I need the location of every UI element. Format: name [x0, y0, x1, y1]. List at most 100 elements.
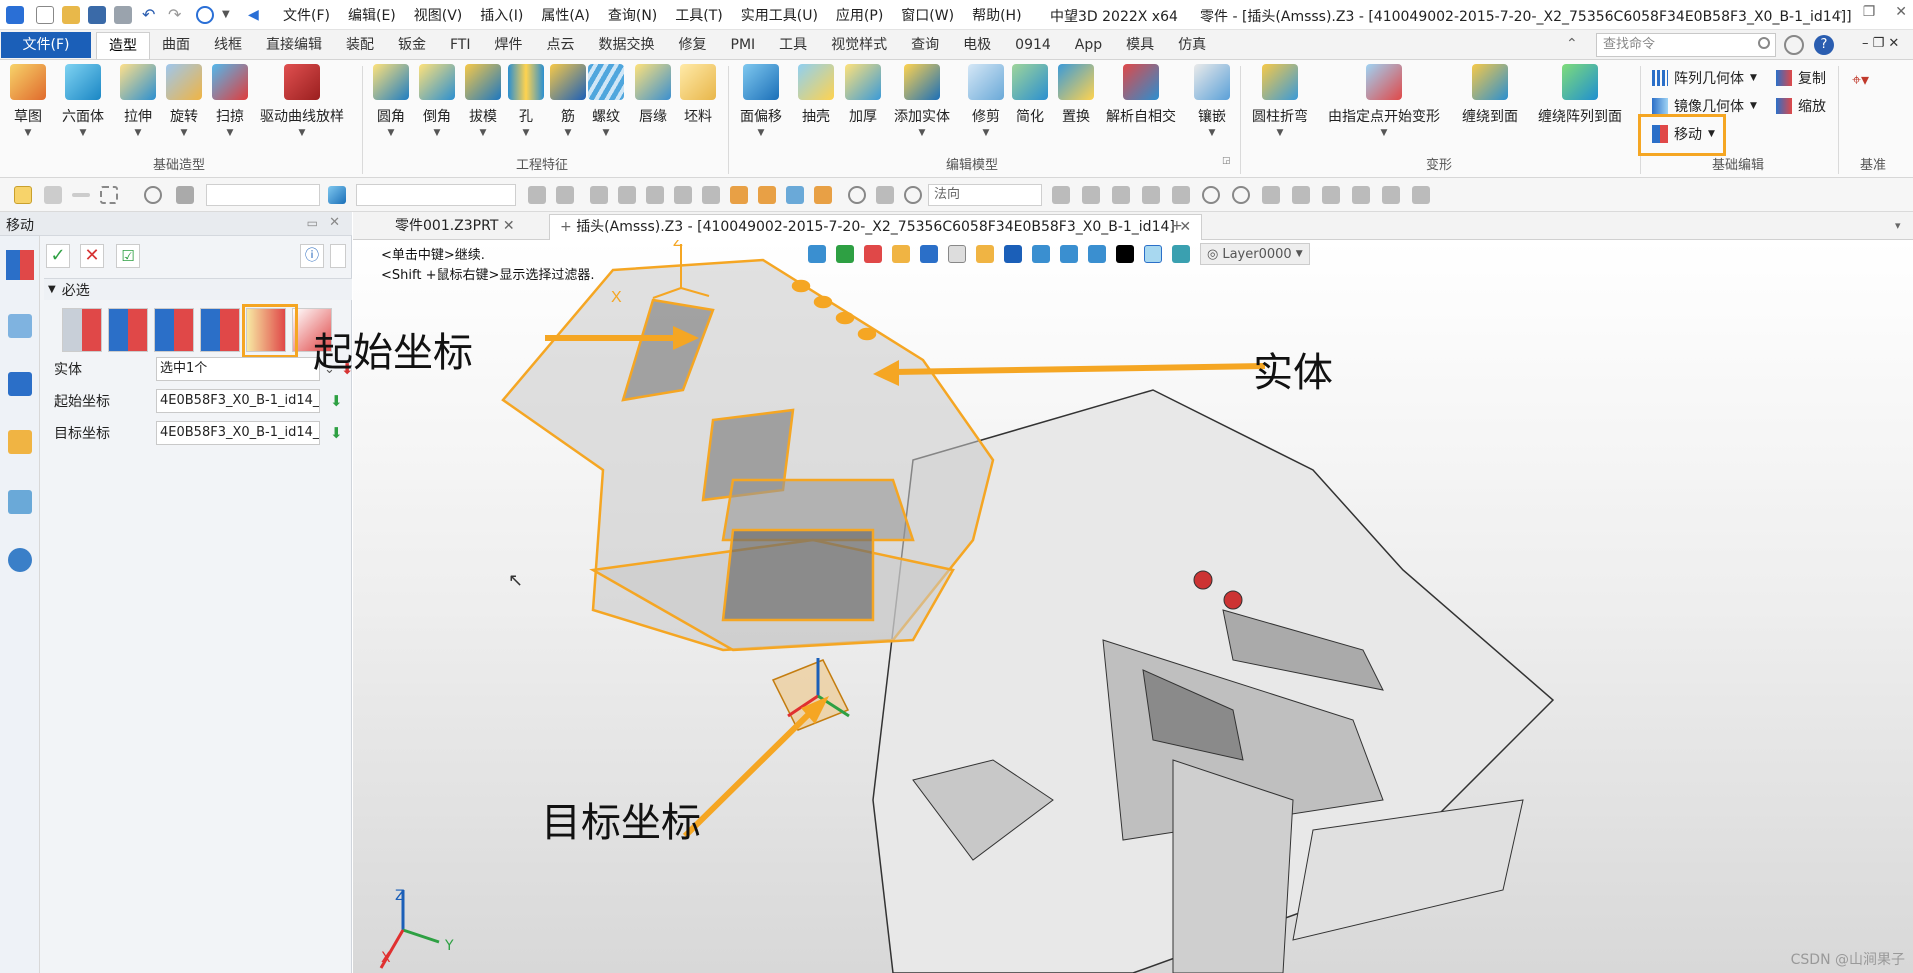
sweep-button[interactable]: 扫掠 ▼ [212, 64, 248, 138]
tool-icon[interactable] [528, 186, 546, 204]
new-tab-icon[interactable]: + [1161, 214, 1193, 240]
target-coord-field[interactable]: 4E0B58F3_X0_B-1_id14_1 [156, 421, 320, 445]
lip-button[interactable]: 唇缘 [635, 64, 671, 126]
regenerate-icon[interactable] [196, 6, 214, 24]
tool-icon[interactable] [876, 186, 894, 204]
open-file-icon[interactable] [62, 6, 80, 24]
shell-button[interactable]: 抽壳 [798, 64, 834, 126]
restore-icon[interactable]: ❐ [1863, 4, 1876, 20]
face-offset-button[interactable]: 面偏移 ▼ [740, 64, 782, 138]
menu-help[interactable]: 帮助(H) [963, 6, 1030, 26]
pin-icon[interactable]: ▭ [307, 216, 318, 230]
tool-icon[interactable] [646, 186, 664, 204]
move-mode-dynamic-icon[interactable] [62, 308, 102, 352]
tab-repair[interactable]: 修复 [667, 32, 719, 59]
tool-icon[interactable] [1262, 186, 1280, 204]
print-icon[interactable] [114, 6, 132, 24]
search-icon[interactable] [1758, 37, 1770, 49]
part-tree-icon[interactable] [8, 314, 32, 338]
tab-simulation[interactable]: 仿真 [1166, 32, 1218, 59]
add-solid-button[interactable]: 添加实体 ▼ [894, 64, 950, 138]
datum-icon[interactable]: ⌖▾ [1852, 70, 1869, 90]
command-search-input[interactable]: 查找命令 [1596, 33, 1776, 57]
ok-button[interactable]: ✓ [46, 244, 70, 268]
file-tab[interactable]: 文件(F) [1, 32, 91, 58]
tab-inquire[interactable]: 查询 [899, 32, 951, 59]
tab-assembly[interactable]: 装配 [334, 32, 386, 59]
menu-utility[interactable]: 实用工具(U) [732, 6, 827, 26]
pick-target-coord-icon[interactable]: ⬇ [330, 424, 343, 442]
new-file-icon[interactable] [36, 6, 54, 24]
play-icon[interactable] [904, 186, 922, 204]
save-icon[interactable] [88, 6, 106, 24]
tab-data-exchange[interactable]: 数据交换 [587, 32, 667, 59]
tab-wireframe[interactable]: 线框 [202, 32, 254, 59]
menu-query[interactable]: 查询(N) [599, 6, 666, 26]
add-filter-icon[interactable] [44, 186, 62, 204]
tool-icon[interactable] [674, 186, 692, 204]
remove-filter-icon[interactable] [72, 193, 90, 197]
tab-modeling[interactable]: 造型 [96, 32, 150, 59]
3d-viewport[interactable]: <单击中键>继续. <Shift +鼠标右键>显示选择过滤器. ◎ Layer00… [313, 240, 1913, 973]
tool-icon[interactable] [1382, 186, 1400, 204]
doc-tab-part001[interactable]: 零件001.Z3PRT ✕ [385, 214, 525, 240]
tool-icon[interactable] [1052, 186, 1070, 204]
doc-tab-plug[interactable]: + 插头(Amsss).Z3 - [410049002-2015-7-20-_X… [549, 214, 1203, 240]
move-mode-point-icon[interactable] [108, 308, 148, 352]
menu-window[interactable]: 窗口(W) [892, 6, 963, 26]
tab-close-icon[interactable]: ✕ [503, 218, 515, 234]
extrude-button[interactable]: 拉伸 ▼ [120, 64, 156, 138]
filter-icon[interactable] [176, 186, 194, 204]
info-icon[interactable]: ⓘ [300, 244, 324, 268]
required-section-header[interactable]: ▼ 必选 [44, 278, 352, 300]
menu-apps[interactable]: 应用(P) [827, 6, 892, 26]
polygon-select-icon[interactable] [144, 186, 162, 204]
scale-button[interactable]: 缩放 [1776, 96, 1826, 116]
move-mode-direction-icon[interactable] [154, 308, 194, 352]
tab-mold[interactable]: 模具 [1114, 32, 1166, 59]
minimize-icon[interactable]: – [1836, 4, 1843, 20]
cube-icon[interactable] [8, 430, 32, 454]
wrap-to-face-button[interactable]: 缠绕到面 [1462, 64, 1518, 126]
solid-field-value[interactable]: 选中1个 [156, 357, 320, 381]
tool-icon[interactable] [1322, 186, 1340, 204]
tool-icon[interactable] [618, 186, 636, 204]
tool-icon[interactable] [758, 186, 776, 204]
selection-filter-combo[interactable] [206, 184, 320, 206]
wrap-array-to-face-button[interactable]: 缠绕阵列到面 [1538, 64, 1622, 126]
replace-button[interactable]: 置换 [1058, 64, 1094, 126]
tab-0914[interactable]: 0914 [1003, 32, 1063, 59]
trim-button[interactable]: 修剪 ▼ [968, 64, 1004, 138]
thicken-button[interactable]: 加厚 [845, 64, 881, 126]
close-icon[interactable]: ✕ [1895, 4, 1907, 20]
collapse-menu-icon[interactable]: ◀ [248, 6, 266, 24]
deform-from-point-button[interactable]: 由指定点开始变形 ▼ [1328, 64, 1440, 138]
draft-button[interactable]: 拔模 ▼ [465, 64, 501, 138]
tab-tools[interactable]: 工具 [767, 32, 819, 59]
tool-icon[interactable] [848, 186, 866, 204]
thread-button[interactable]: 螺纹 ▼ [588, 64, 624, 138]
tool-icon[interactable] [730, 186, 748, 204]
chamfer-button[interactable]: 倒角 ▼ [419, 64, 455, 138]
tool-icon[interactable] [1232, 186, 1250, 204]
menu-attribute[interactable]: 属性(A) [532, 6, 599, 26]
tool-icon[interactable] [1412, 186, 1430, 204]
panel-close-icon[interactable]: ✕ [329, 215, 340, 230]
mirror-geometry-button[interactable]: 镜像几何体 ▼ [1652, 96, 1757, 116]
select-pointer-icon[interactable] [14, 186, 32, 204]
tool-icon[interactable] [1292, 186, 1310, 204]
tab-app[interactable]: App [1063, 32, 1114, 59]
start-coord-field[interactable]: 4E0B58F3_X0_B-1_id14_1 [156, 389, 320, 413]
self-intersect-button[interactable]: 解析自相交 [1106, 64, 1176, 126]
menu-tools[interactable]: 工具(T) [666, 6, 731, 26]
normal-direction-combo[interactable]: 法向 [928, 184, 1042, 206]
fillet-button[interactable]: 圆角 ▼ [373, 64, 409, 138]
tool-icon[interactable] [1142, 186, 1160, 204]
tab-pmi[interactable]: PMI [719, 32, 768, 59]
move-command-icon[interactable] [6, 250, 34, 280]
tab-visual-style[interactable]: 视觉样式 [819, 32, 899, 59]
panel-options-icon[interactable] [330, 244, 346, 268]
revolve-button[interactable]: 旋转 ▼ [166, 64, 202, 138]
apply-button[interactable]: ☑ [116, 244, 140, 268]
image-icon[interactable] [8, 490, 32, 514]
